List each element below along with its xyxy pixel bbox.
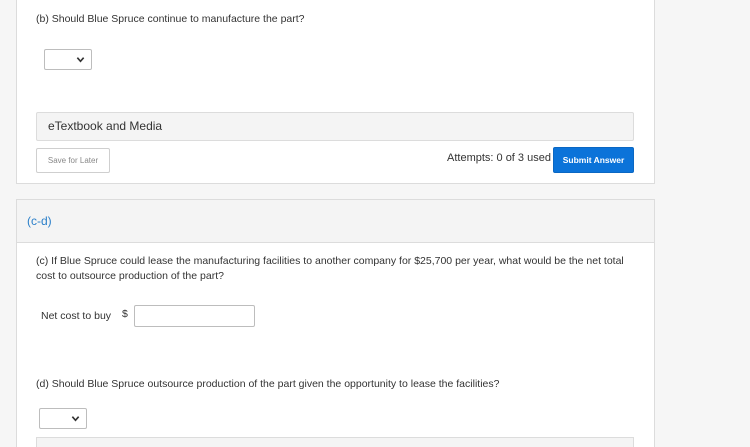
attempts-counter: Attempts: 0 of 3 used — [447, 152, 551, 164]
currency-symbol: $ — [122, 308, 128, 320]
etextbook-media-toggle-partial[interactable] — [36, 437, 634, 447]
part-b-question: (b) Should Blue Spruce continue to manuf… — [36, 13, 305, 25]
part-cd-card: (c-d) — [16, 199, 655, 447]
chevron-down-icon — [71, 416, 80, 422]
part-d-question: (d) Should Blue Spruce outsource product… — [36, 378, 500, 390]
part-c-question-line1: (c) If Blue Spruce could lease the manuf… — [36, 255, 624, 267]
net-cost-input[interactable] — [134, 305, 255, 327]
save-for-later-button[interactable]: Save for Later — [36, 148, 110, 173]
part-d-dropdown[interactable] — [39, 408, 87, 429]
net-cost-label: Net cost to buy — [41, 310, 112, 322]
submit-answer-button[interactable]: Submit Answer — [553, 147, 634, 173]
part-c-question: (c) If Blue Spruce could lease the manuf… — [36, 254, 624, 284]
part-cd-label: (c-d) — [27, 214, 52, 228]
part-cd-header: (c-d) — [17, 200, 654, 243]
part-b-dropdown[interactable] — [44, 49, 92, 70]
etextbook-media-toggle[interactable]: eTextbook and Media — [36, 112, 634, 141]
chevron-down-icon — [76, 57, 85, 63]
part-c-question-line2: cost to outsource production of the part… — [36, 270, 224, 282]
